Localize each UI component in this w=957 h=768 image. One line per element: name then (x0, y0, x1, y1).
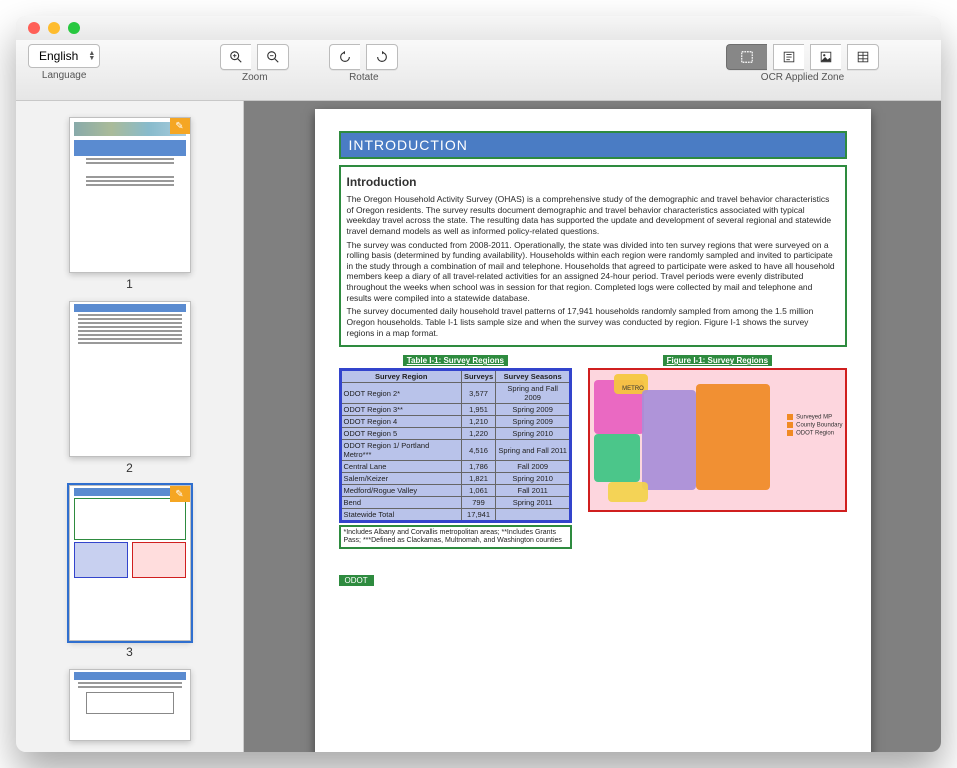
table-row: ODOT Region 41,210Spring 2009 (340, 416, 571, 428)
rotate-left-button[interactable] (329, 44, 360, 70)
thumbnail-label-2: 2 (26, 461, 233, 475)
table-row: Statewide Total17,941 (340, 509, 571, 522)
intro-text-zone: Introduction The Oregon Household Activi… (339, 165, 847, 347)
titlebar (16, 16, 941, 40)
rotate-right-button[interactable] (366, 44, 398, 70)
minimize-window-button[interactable] (48, 22, 60, 34)
rotate-left-icon (338, 50, 352, 64)
th-seasons: Survey Seasons (496, 370, 571, 383)
footer-badge: ODOT (339, 575, 374, 586)
thumbnail-sidebar[interactable]: ✎ 1 2 ✎ (16, 101, 244, 752)
th-region: Survey Region (340, 370, 461, 383)
page-3-view: INTRODUCTION Introduction The Oregon Hou… (315, 109, 871, 752)
ocr-zone-table-button[interactable] (847, 44, 879, 70)
table-row: Medford/Rogue Valley1,061Fall 2011 (340, 485, 571, 497)
zone-table-icon (856, 50, 870, 64)
app-window: English ▲▼ Language Zoom (16, 16, 941, 752)
thumbnail-page-2[interactable] (69, 301, 191, 457)
intro-para-3: The survey documented daily household tr… (347, 306, 839, 338)
ocr-zone-all-button[interactable] (726, 44, 767, 70)
page-footer: ODOT (339, 575, 847, 585)
toolbar: English ▲▼ Language Zoom (16, 40, 941, 101)
zoom-label: Zoom (242, 72, 268, 83)
document-canvas[interactable]: INTRODUCTION Introduction The Oregon Hou… (244, 101, 941, 752)
table-row: ODOT Region 2*3,577Spring and Fall 2009 (340, 383, 571, 404)
rotate-right-icon (375, 50, 389, 64)
language-group: English ▲▼ Language (28, 44, 100, 81)
table-row: ODOT Region 1/ Portland Metro***4,516Spr… (340, 440, 571, 461)
ocr-zone-text-button[interactable] (773, 44, 804, 70)
table-caption: Table I-1: Survey Regions (403, 355, 508, 366)
zoom-group: Zoom (220, 44, 289, 83)
th-surveys: Surveys (461, 370, 495, 383)
survey-region-table: Survey Region Surveys Survey Seasons ODO… (339, 368, 573, 523)
edit-badge-icon: ✎ (170, 118, 190, 134)
map-legend: Surveyed MP County Boundary ODOT Region (787, 414, 842, 438)
zone-image-icon (819, 50, 833, 64)
zone-all-icon (740, 50, 754, 64)
survey-region-map: METRO Surveyed MP County Boundary ODOT R… (588, 368, 846, 512)
edit-badge-icon: ✎ (170, 486, 190, 502)
zoom-window-button[interactable] (68, 22, 80, 34)
figure-caption: Figure I-1: Survey Regions (663, 355, 772, 366)
window-controls (28, 22, 80, 34)
intro-title: Introduction (347, 171, 839, 191)
intro-para-2: The survey was conducted from 2008-2011.… (347, 240, 839, 304)
zoom-out-icon (266, 50, 280, 64)
ocr-zone-group: OCR Applied Zone (726, 44, 879, 83)
zone-text-icon (782, 50, 796, 64)
thumbnail-page-4[interactable] (69, 669, 191, 741)
zoom-in-icon (229, 50, 243, 64)
zoom-out-button[interactable] (257, 44, 289, 70)
language-value: English (39, 49, 78, 63)
table-row: Central Lane1,786Fall 2009 (340, 461, 571, 473)
language-label: Language (42, 70, 87, 81)
intro-para-1: The Oregon Household Activity Survey (OH… (347, 194, 839, 237)
table-row: Bend799Spring 2011 (340, 497, 571, 509)
close-window-button[interactable] (28, 22, 40, 34)
rotate-label: Rotate (349, 72, 378, 83)
thumbnail-label-3: 3 (26, 645, 233, 659)
chevron-updown-icon: ▲▼ (88, 51, 95, 61)
table-row: ODOT Region 3**1,951Spring 2009 (340, 404, 571, 416)
language-dropdown[interactable]: English ▲▼ (28, 44, 100, 68)
body: ✎ 1 2 ✎ (16, 101, 941, 752)
ocr-zone-label: OCR Applied Zone (761, 72, 844, 83)
zoom-in-button[interactable] (220, 44, 251, 70)
thumbnail-page-3[interactable]: ✎ (69, 485, 191, 641)
table-row: Salem/Keizer1,821Spring 2010 (340, 473, 571, 485)
table-footnote: *Includes Albany and Corvallis metropoli… (339, 525, 573, 549)
ocr-zone-image-button[interactable] (810, 44, 841, 70)
table-row: ODOT Region 51,220Spring 2010 (340, 428, 571, 440)
thumbnail-label-1: 1 (26, 277, 233, 291)
rotate-group: Rotate (329, 44, 398, 83)
thumbnail-page-1[interactable]: ✎ (69, 117, 191, 273)
page-header: INTRODUCTION (339, 131, 847, 159)
